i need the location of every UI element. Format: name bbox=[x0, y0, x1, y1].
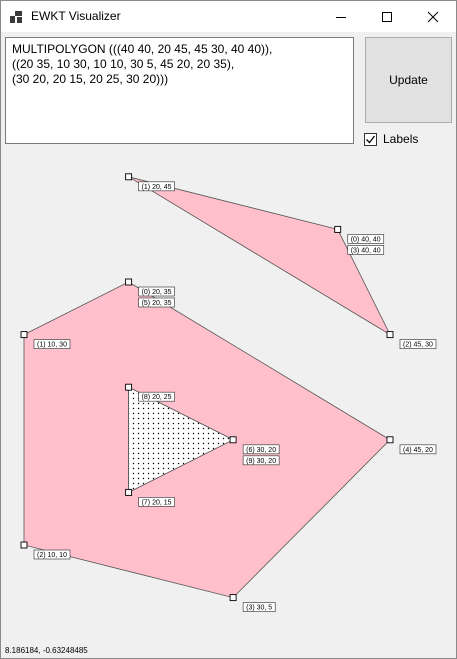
vertex-handle[interactable] bbox=[125, 173, 133, 181]
vertex-label: (0) 20, 35 bbox=[138, 286, 175, 297]
vertex-label-text: (8) 20, 25 bbox=[142, 394, 172, 401]
vertex-label-text: (4) 45, 20 bbox=[403, 447, 433, 454]
vertex-label-text: (6) 30, 20 bbox=[246, 447, 276, 454]
vertex-label-text: (5) 20, 35 bbox=[142, 300, 172, 307]
vertex-handle[interactable] bbox=[125, 383, 133, 391]
vertex-label: (7) 20, 15 bbox=[138, 497, 175, 507]
vertex-label-text: (0) 40, 40 bbox=[351, 236, 381, 243]
vertex-label-text: (0) 20, 35 bbox=[142, 289, 172, 296]
vertex-handle[interactable] bbox=[229, 436, 237, 444]
vertex-label-text: (2) 10, 10 bbox=[37, 552, 67, 559]
vertex-handle[interactable] bbox=[20, 331, 28, 339]
vertex-label-text: (7) 20, 15 bbox=[142, 499, 172, 506]
vertex-label: (1) 10, 30 bbox=[33, 339, 71, 349]
vertex-label-text: (1) 10, 30 bbox=[37, 342, 67, 349]
vertex-label-text: (1) 20, 45 bbox=[142, 184, 172, 191]
vertex-label-text: (2) 45, 30 bbox=[403, 342, 433, 349]
vertex-handle[interactable] bbox=[386, 331, 394, 339]
vertex-label: (3) 40, 40 bbox=[347, 245, 385, 255]
vertex-label: (1) 20, 45 bbox=[138, 181, 175, 192]
vertex-label: (8) 20, 25 bbox=[138, 391, 175, 402]
geometry-canvas[interactable]: (1) 20, 45 (0) 40, 40 (3) 40, 40 (2) 45, 30… bbox=[1, 1, 456, 641]
vertex-label: (2) 10, 10 bbox=[33, 549, 71, 560]
vertex-label: (0) 40, 40 bbox=[347, 234, 385, 244]
app-window: EWKT Visualizer MULTIPOLYGON (((40 40, 2… bbox=[0, 0, 457, 659]
vertex-label-text: (9) 30, 20 bbox=[246, 458, 276, 465]
vertex-label: (3) 30, 5 bbox=[242, 602, 276, 612]
vertex-handle[interactable] bbox=[20, 541, 28, 549]
vertex-label-text: (3) 40, 40 bbox=[351, 247, 381, 254]
vertex-handle[interactable] bbox=[386, 436, 394, 444]
vertex-label-text: (3) 30, 5 bbox=[246, 605, 272, 612]
vertex-handle[interactable] bbox=[334, 225, 342, 233]
vertex-label: (6) 30, 20 bbox=[242, 444, 280, 455]
vertex-label: (2) 45, 30 bbox=[399, 339, 437, 349]
vertex-label: (4) 45, 20 bbox=[399, 444, 437, 455]
vertex-handle[interactable] bbox=[125, 278, 133, 286]
vertex-handle[interactable] bbox=[229, 594, 237, 602]
cursor-coordinates: 8.186184, -0.63248485 bbox=[5, 646, 88, 655]
vertex-handle[interactable] bbox=[125, 488, 133, 496]
vertex-label: (9) 30, 20 bbox=[242, 455, 280, 466]
vertex-label: (5) 20, 35 bbox=[138, 297, 175, 308]
